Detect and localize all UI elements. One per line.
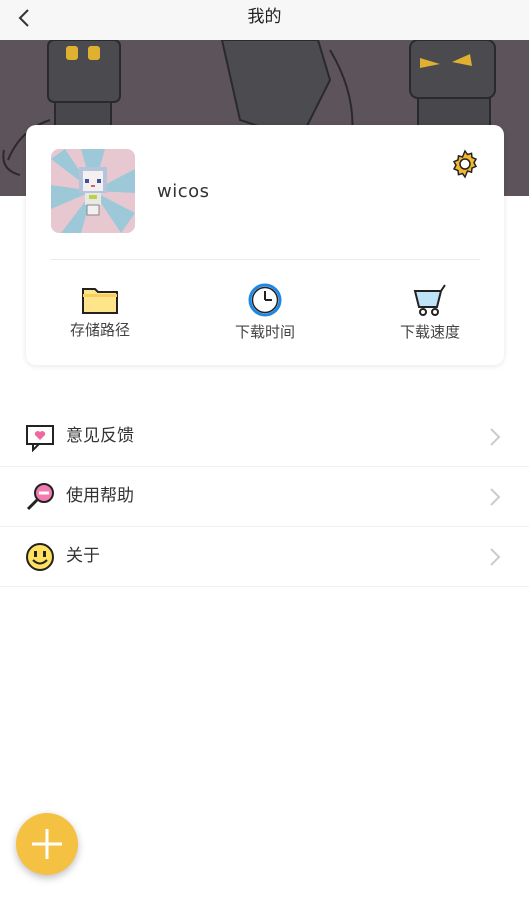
- menu-label: 使用帮助: [66, 486, 134, 506]
- menu-item-about[interactable]: 关于: [0, 527, 529, 587]
- profile-card: wicos 存储路径 下载时间 下载速度: [26, 125, 504, 365]
- page-title: 我的: [247, 7, 282, 27]
- username: wicos: [157, 181, 210, 202]
- download-speed-label: 下载速度: [399, 323, 460, 341]
- chevron-right-icon: [490, 488, 501, 506]
- avatar[interactable]: [51, 149, 135, 233]
- download-time-label: 下载时间: [234, 323, 295, 341]
- top-nav-bar: 我的: [0, 0, 529, 40]
- storage-path-button[interactable]: 存储路径: [45, 283, 155, 345]
- menu-item-feedback[interactable]: 意见反馈: [0, 407, 529, 467]
- feedback-icon: [26, 425, 54, 452]
- menu-label: 关于: [66, 546, 100, 566]
- settings-button[interactable]: [450, 149, 480, 179]
- cart-icon: [413, 284, 446, 316]
- smiley-icon: [26, 543, 54, 571]
- menu-item-help[interactable]: 使用帮助: [0, 467, 529, 527]
- help-lollipop-icon: [26, 483, 54, 511]
- menu-label: 意见反馈: [66, 426, 134, 446]
- download-time-button[interactable]: 下载时间: [210, 283, 320, 345]
- folder-icon: [82, 288, 118, 314]
- download-speed-button[interactable]: 下载速度: [375, 283, 485, 345]
- add-fab-button[interactable]: [16, 813, 78, 875]
- gear-icon: [452, 149, 478, 179]
- chevron-right-icon: [490, 548, 501, 566]
- chevron-right-icon: [490, 428, 501, 446]
- card-divider: [50, 259, 480, 260]
- plus-icon: [32, 829, 62, 859]
- clock-icon: [248, 283, 282, 317]
- storage-path-label: 存储路径: [69, 321, 130, 339]
